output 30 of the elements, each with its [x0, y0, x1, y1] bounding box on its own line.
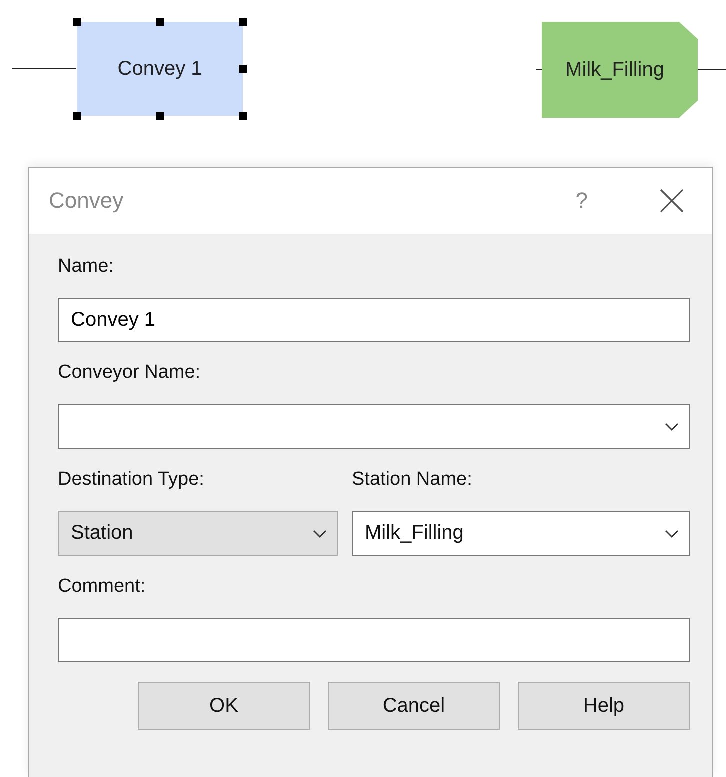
field-label: Conveyor Name: [58, 362, 202, 384]
selection-handle[interactable] [239, 18, 247, 26]
chevron-down-icon [665, 422, 679, 430]
chevron-down-icon [665, 530, 679, 538]
node-station-block[interactable]: Milk_Filling [542, 22, 698, 118]
window-title: Convey [49, 188, 124, 214]
field-label: Comment: [58, 576, 147, 598]
node-process-block[interactable]: Convey 1 [77, 22, 243, 116]
input-field[interactable]: Convey 1 [58, 298, 690, 342]
dropdown-field[interactable]: Station [58, 511, 338, 556]
help-button[interactable]: ? [576, 188, 588, 214]
close-icon[interactable] [660, 189, 684, 213]
selection-handle[interactable] [239, 65, 247, 73]
chevron-down-icon [313, 530, 327, 538]
field-label: Station Name: [352, 469, 474, 491]
selection-handle[interactable] [73, 18, 81, 26]
field-label: Destination Type: [58, 469, 206, 491]
dropdown-field[interactable]: Milk_Filling [352, 511, 690, 556]
dialog-button[interactable]: OK [138, 682, 310, 730]
input-field[interactable] [58, 618, 690, 662]
dialog-button[interactable]: Cancel [328, 682, 500, 730]
field-label: Name: [58, 256, 115, 278]
dialog-button[interactable]: Help [518, 682, 690, 730]
selection-handle[interactable] [239, 112, 247, 120]
connector-line [12, 67, 76, 71]
selection-handle[interactable] [156, 112, 164, 120]
connector-line [698, 68, 726, 72]
dropdown-field[interactable] [58, 404, 690, 449]
selection-handle[interactable] [73, 112, 81, 120]
selection-handle[interactable] [156, 18, 164, 26]
